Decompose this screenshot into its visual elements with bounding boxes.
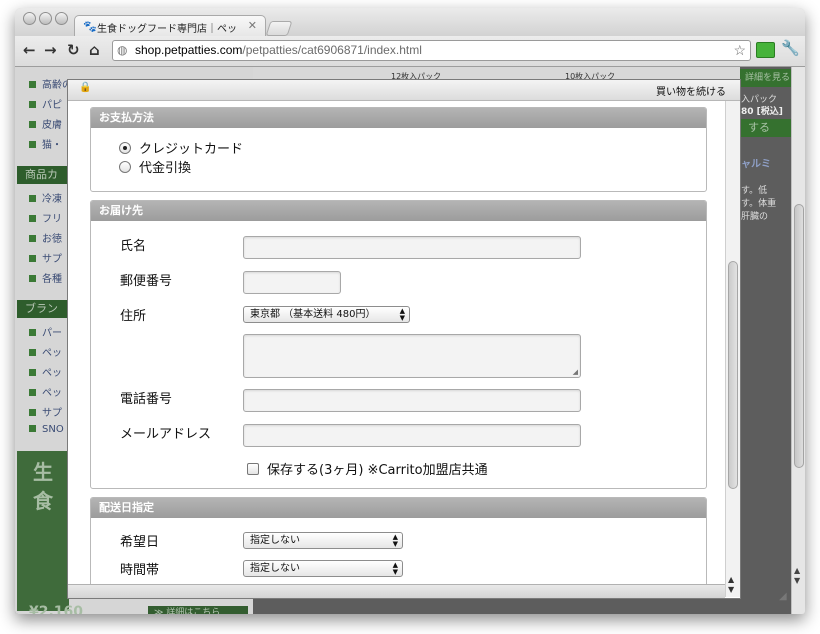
close-tab-icon[interactable]: ✕ — [248, 19, 257, 32]
right-price: 80 [税込] — [741, 107, 783, 117]
sidebar-item[interactable]: パー — [29, 324, 62, 339]
right-text: す。低 — [741, 186, 768, 196]
close-window-button[interactable] — [23, 12, 36, 25]
delivery-section-title: お届け先 — [91, 201, 706, 221]
right-text: す。体重 — [741, 199, 777, 209]
forward-icon[interactable]: → — [44, 41, 57, 59]
continue-shopping-link[interactable]: 買い物を続ける — [656, 83, 726, 98]
radio-selected-icon[interactable] — [119, 142, 131, 154]
page-scrollbar[interactable]: ▲ ▼ — [791, 67, 805, 614]
email-label: メールアドレス — [120, 427, 212, 442]
minimize-window-button[interactable] — [39, 12, 52, 25]
sidebar-item[interactable]: 冷凍 — [29, 190, 62, 205]
modal-scrollbar-thumb[interactable] — [728, 261, 738, 489]
sidebar-item[interactable]: 皮膚 — [29, 116, 62, 131]
checkout-modal: 🔒 買い物を続ける お支払方法 クレジットカード 代金引換 お届け先 氏名 郵便… — [68, 80, 740, 598]
modal-footer — [68, 584, 725, 598]
promo-banner[interactable]: 生食 ¥2,160 — [17, 451, 83, 614]
right-text: 肝臓の — [741, 212, 769, 222]
phone-label: 電話番号 — [120, 392, 173, 407]
modal-scroll-arrows-icon[interactable]: ▲ ▼ — [728, 575, 734, 595]
globe-icon: ◍ — [117, 43, 128, 57]
browser-toolbar: ← → ↻ ⌂ ◍ shop.petpatties.com/petpatties… — [15, 36, 805, 67]
back-icon[interactable]: ← — [23, 41, 36, 59]
browser-window: 🐾 生食ドッグフード専門店｜ペッ ✕ ← → ↻ ⌂ ◍ shop.petpat… — [15, 8, 805, 614]
select-arrows-icon: ▲ ▼ — [399, 307, 405, 322]
delivery-time-select[interactable]: 指定しない ▲ ▼ — [243, 560, 403, 577]
modal-scrollbar[interactable]: ▲ ▼ — [725, 101, 740, 597]
name-label: 氏名 — [120, 239, 147, 254]
sidebar-item[interactable]: フリ — [29, 210, 62, 225]
postal-code-field[interactable] — [243, 271, 341, 294]
home-icon[interactable]: ⌂ — [89, 41, 100, 59]
sidebar-item[interactable]: サプ — [29, 250, 62, 265]
promo-text: 生食 — [33, 460, 53, 513]
promo-price: ¥2,160 — [29, 604, 84, 614]
save-address-checkbox[interactable]: 保存する(3ヶ月) ※Carrito加盟店共通 — [247, 459, 488, 478]
schedule-section-title: 配送日指定 — [91, 498, 706, 518]
delivery-date-select[interactable]: 指定しない ▲ ▼ — [243, 532, 403, 549]
resize-grip-icon[interactable]: ◢ — [573, 368, 578, 376]
sidebar-item[interactable]: 各種 — [29, 270, 62, 285]
extension-chat-icon[interactable] — [756, 42, 775, 58]
page-scrollbar-thumb[interactable] — [794, 204, 804, 468]
address-bar[interactable]: ◍ shop.petpatties.com/petpatties/cat6906… — [112, 40, 751, 61]
window-resize-grip-icon[interactable]: ◢ — [779, 591, 787, 602]
radio-icon[interactable] — [119, 161, 131, 173]
delivery-date-label: 希望日 — [120, 535, 160, 550]
url-text: shop.petpatties.com/petpatties/cat690687… — [135, 41, 422, 60]
url-host: shop.petpatties.com — [135, 43, 243, 57]
detail-button[interactable]: 詳細を見る — [740, 69, 791, 87]
postal-code-label: 郵便番号 — [120, 274, 173, 289]
modal-header: 🔒 買い物を続ける — [68, 80, 740, 101]
lock-icon: 🔒 — [79, 82, 92, 93]
bookmark-star-icon[interactable]: ☆ — [733, 41, 746, 60]
sidebar-item[interactable]: ペッ — [29, 384, 62, 399]
scroll-arrows-icon[interactable]: ▲ ▼ — [794, 566, 800, 586]
url-path: /petpatties/cat6906871/index.html — [242, 43, 422, 57]
address-label: 住所 — [120, 309, 147, 324]
title-bar: 🐾 生食ドッグフード専門店｜ペッ ✕ — [15, 8, 805, 37]
address-textarea[interactable]: ◢ — [243, 334, 581, 378]
sidebar-item[interactable]: 猫・ — [29, 136, 62, 151]
dog-icon: 🐾 — [83, 20, 97, 33]
browser-tab[interactable]: 🐾 生食ドッグフード専門店｜ペッ ✕ — [74, 15, 266, 37]
reload-icon[interactable]: ↻ — [67, 41, 80, 59]
payment-section: お支払方法 クレジットカード 代金引換 — [90, 107, 707, 192]
tab-title: 生食ドッグフード専門店｜ペッ — [97, 24, 237, 35]
sidebar-item[interactable]: お徳 — [29, 230, 62, 245]
select-arrows-icon: ▲ ▼ — [392, 561, 398, 576]
add-cart-button[interactable]: する — [740, 119, 791, 137]
sidebar-item[interactable]: サプ — [29, 404, 62, 419]
name-field[interactable] — [243, 236, 581, 259]
phone-field[interactable] — [243, 389, 581, 412]
new-tab-button[interactable] — [265, 21, 293, 36]
delivery-section: お届け先 氏名 郵便番号 住所 東京都 （基本送料 480円） ▲ ▼ ◢ 電話番号… — [90, 200, 707, 489]
zoom-window-button[interactable] — [55, 12, 68, 25]
payment-option-cod[interactable]: 代金引換 — [119, 157, 191, 176]
payment-option-credit[interactable]: クレジットカード — [119, 138, 243, 157]
sidebar-item[interactable]: ペッ — [29, 344, 62, 359]
select-arrows-icon: ▲ ▼ — [392, 533, 398, 548]
right-column: 詳細を見る 入パック 80 [税込] する ャルミ す。低 す。体重 肝臓の — [740, 67, 791, 614]
sidebar-item[interactable]: ペッ — [29, 364, 62, 379]
sidebar-item[interactable]: SNO — [29, 424, 64, 435]
prefecture-select[interactable]: 東京都 （基本送料 480円） ▲ ▼ — [243, 306, 410, 323]
right-link[interactable]: ャルミ — [741, 155, 771, 170]
wrench-icon[interactable]: 🔧 — [781, 39, 800, 57]
schedule-section: 配送日指定 希望日 指定しない ▲ ▼ 時間帯 指定しない ▲ ▼ — [90, 497, 707, 598]
promo-detail-button[interactable]: ≫ 詳細はこちら — [148, 606, 248, 614]
delivery-time-label: 時間帯 — [120, 563, 160, 578]
sidebar-item[interactable]: パピ — [29, 96, 62, 111]
payment-section-title: お支払方法 — [91, 108, 706, 128]
checkbox-icon[interactable] — [247, 463, 259, 475]
email-field[interactable] — [243, 424, 581, 447]
